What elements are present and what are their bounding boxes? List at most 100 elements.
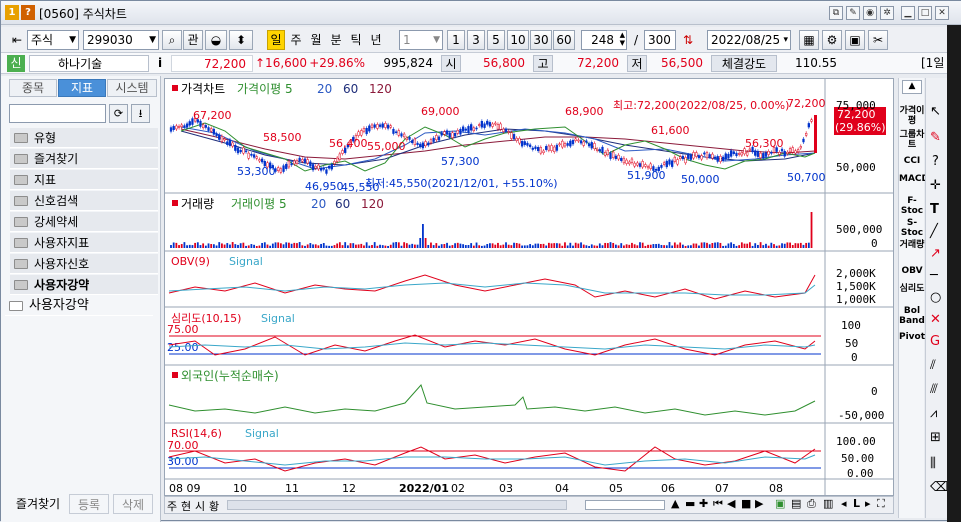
- period-minute[interactable]: 분: [327, 30, 345, 50]
- register-button[interactable]: 등록: [69, 494, 109, 514]
- folder-type[interactable]: 유형: [10, 128, 158, 148]
- next-icon[interactable]: ▶: [755, 497, 763, 510]
- stock-code-input[interactable]: 299030 ▼: [83, 30, 159, 50]
- tab-stocks[interactable]: 종목: [9, 79, 57, 97]
- quick-fstoc[interactable]: F-Stoc: [899, 196, 925, 216]
- folder-signal-search[interactable]: 신호검색: [10, 191, 158, 211]
- quick-group-chart[interactable]: 그룹차트: [899, 130, 925, 150]
- maximize-button[interactable]: □: [918, 6, 932, 20]
- horizontal-line-icon[interactable]: ─: [930, 268, 938, 283]
- fan-tool-icon[interactable]: ⩘: [930, 406, 937, 421]
- scroll-right-icon[interactable]: ▸: [865, 497, 871, 510]
- date-input[interactable]: 2022/08/25 ▾: [707, 30, 791, 50]
- help-icon[interactable]: ?: [21, 5, 35, 20]
- total-count-input[interactable]: 300: [644, 30, 676, 50]
- minus-icon[interactable]: ▬: [685, 497, 695, 510]
- quick-count-30[interactable]: 30: [530, 30, 552, 50]
- quick-sstoc[interactable]: S-Stoc: [899, 218, 925, 238]
- first-icon[interactable]: ⏮: [713, 497, 723, 511]
- refresh-button[interactable]: ⟳: [109, 104, 128, 123]
- text-tool-icon[interactable]: T: [930, 202, 939, 217]
- scroll-up-icon[interactable]: ▲: [902, 80, 922, 94]
- chart-area[interactable]: 가격차트 가격이평 5 20 60 120 최고:72,200(2022/08/…: [164, 78, 894, 496]
- print-icon[interactable]: ⎙: [807, 497, 816, 511]
- quick-count-1[interactable]: 1: [447, 30, 465, 50]
- tab-system[interactable]: 시스템: [107, 79, 157, 97]
- memo-icon[interactable]: ✎: [846, 6, 860, 20]
- crosshair-icon[interactable]: ✛: [930, 178, 941, 193]
- quick-obv[interactable]: OBV: [899, 266, 925, 276]
- search-button[interactable]: ⌕: [162, 30, 182, 50]
- info-icon[interactable]: i: [153, 55, 167, 72]
- current-toggle[interactable]: 현: [181, 498, 193, 514]
- indicator-search-input[interactable]: [9, 104, 106, 123]
- save-icon[interactable]: ▤: [791, 497, 801, 510]
- download-button[interactable]: ⭳: [131, 104, 150, 123]
- quick-count-5[interactable]: 5: [487, 30, 505, 50]
- export-icon[interactable]: ▣: [775, 497, 785, 510]
- market-select[interactable]: 주식 ▼: [27, 30, 79, 50]
- quick-count-3[interactable]: 3: [467, 30, 485, 50]
- link-icon[interactable]: ⧉: [829, 6, 843, 20]
- period-year[interactable]: 년: [367, 30, 385, 50]
- fit-icon[interactable]: ⛶: [877, 497, 885, 511]
- capture-icon[interactable]: ◉: [863, 6, 877, 20]
- cycle-tool-icon[interactable]: ⫼: [930, 456, 936, 471]
- folder-user-strength-root[interactable]: 사용자강약: [5, 296, 153, 316]
- fibo-tool-icon[interactable]: ⫻: [930, 382, 938, 397]
- zoom-out-icon[interactable]: ▲: [671, 497, 679, 510]
- grid-tool-icon[interactable]: ⊞: [930, 430, 941, 445]
- watch-button[interactable]: 관: [183, 30, 203, 50]
- stop-icon[interactable]: ■: [741, 497, 751, 510]
- quick-pivot[interactable]: Pivot: [899, 332, 925, 342]
- nav-back-icon[interactable]: ⇤: [7, 30, 27, 50]
- scroll-left-icon[interactable]: ◂: [841, 497, 847, 510]
- weekly-toggle[interactable]: 주: [167, 498, 179, 514]
- circle-tool-icon[interactable]: ○: [930, 290, 941, 305]
- delete-tool-icon[interactable]: ⌫: [930, 480, 948, 495]
- latest-icon[interactable]: L: [853, 497, 860, 510]
- line-tool-icon[interactable]: ╱: [930, 224, 938, 239]
- save-button[interactable]: ▣: [845, 30, 865, 50]
- grid-button[interactable]: ▦: [799, 30, 819, 50]
- chart-canvas[interactable]: 가격차트 가격이평 5 20 60 120 최고:72,200(2022/08/…: [165, 79, 893, 495]
- delete-button[interactable]: 삭제: [113, 494, 153, 514]
- tools-button[interactable]: ✂: [868, 30, 888, 50]
- quick-volume[interactable]: 거래량: [899, 240, 925, 250]
- quick-count-10[interactable]: 10: [507, 30, 529, 50]
- stepper-button[interactable]: ⬍: [229, 30, 253, 50]
- folder-favorites[interactable]: 즐겨찾기: [10, 149, 158, 169]
- pen-icon[interactable]: ✎: [930, 130, 941, 145]
- display-count-input[interactable]: 248 ▲ ▼: [581, 30, 627, 50]
- plus-icon[interactable]: ✚: [699, 497, 708, 510]
- folder-strength[interactable]: 강세약세: [10, 212, 158, 232]
- refresh-icon[interactable]: ⇅: [678, 30, 698, 50]
- period-day[interactable]: 일: [267, 30, 285, 50]
- tab-indicators[interactable]: 지표: [58, 79, 106, 97]
- prev-icon[interactable]: ◀: [727, 497, 735, 510]
- folder-user-strength[interactable]: 사용자강약: [10, 275, 158, 295]
- quick-macd[interactable]: MACD: [899, 174, 929, 184]
- gann-tool-icon[interactable]: G: [930, 334, 940, 349]
- folder-indicators[interactable]: 지표: [10, 170, 158, 190]
- quick-ma[interactable]: 가격이평: [899, 106, 925, 126]
- folder-user-signals[interactable]: 사용자신호: [10, 254, 158, 274]
- quick-cci[interactable]: CCI: [899, 156, 925, 166]
- close-button[interactable]: ✕: [935, 6, 949, 20]
- quick-bollinger[interactable]: Bol Band: [899, 306, 925, 326]
- period-unit-select[interactable]: 1 ▼: [399, 30, 443, 50]
- cursor-icon[interactable]: ↖: [930, 104, 941, 119]
- trend-tool-icon[interactable]: ↗: [930, 246, 941, 261]
- market-toggle[interactable]: 시: [195, 498, 207, 514]
- period-month[interactable]: 월: [307, 30, 325, 50]
- zoom-slider[interactable]: [585, 500, 665, 510]
- period-tick[interactable]: 틱: [347, 30, 365, 50]
- image-icon[interactable]: ▥: [823, 497, 833, 510]
- minimize-button[interactable]: ▁: [901, 6, 915, 20]
- favorites-button[interactable]: 즐겨찾기: [9, 494, 67, 514]
- quick-count-60[interactable]: 60: [553, 30, 575, 50]
- arrow-tool-icon[interactable]: ✕: [930, 312, 941, 327]
- chart-settings-button[interactable]: ⚙: [822, 30, 842, 50]
- help-icon[interactable]: ?: [932, 154, 939, 169]
- folder-user-indicators[interactable]: 사용자지표: [10, 233, 158, 253]
